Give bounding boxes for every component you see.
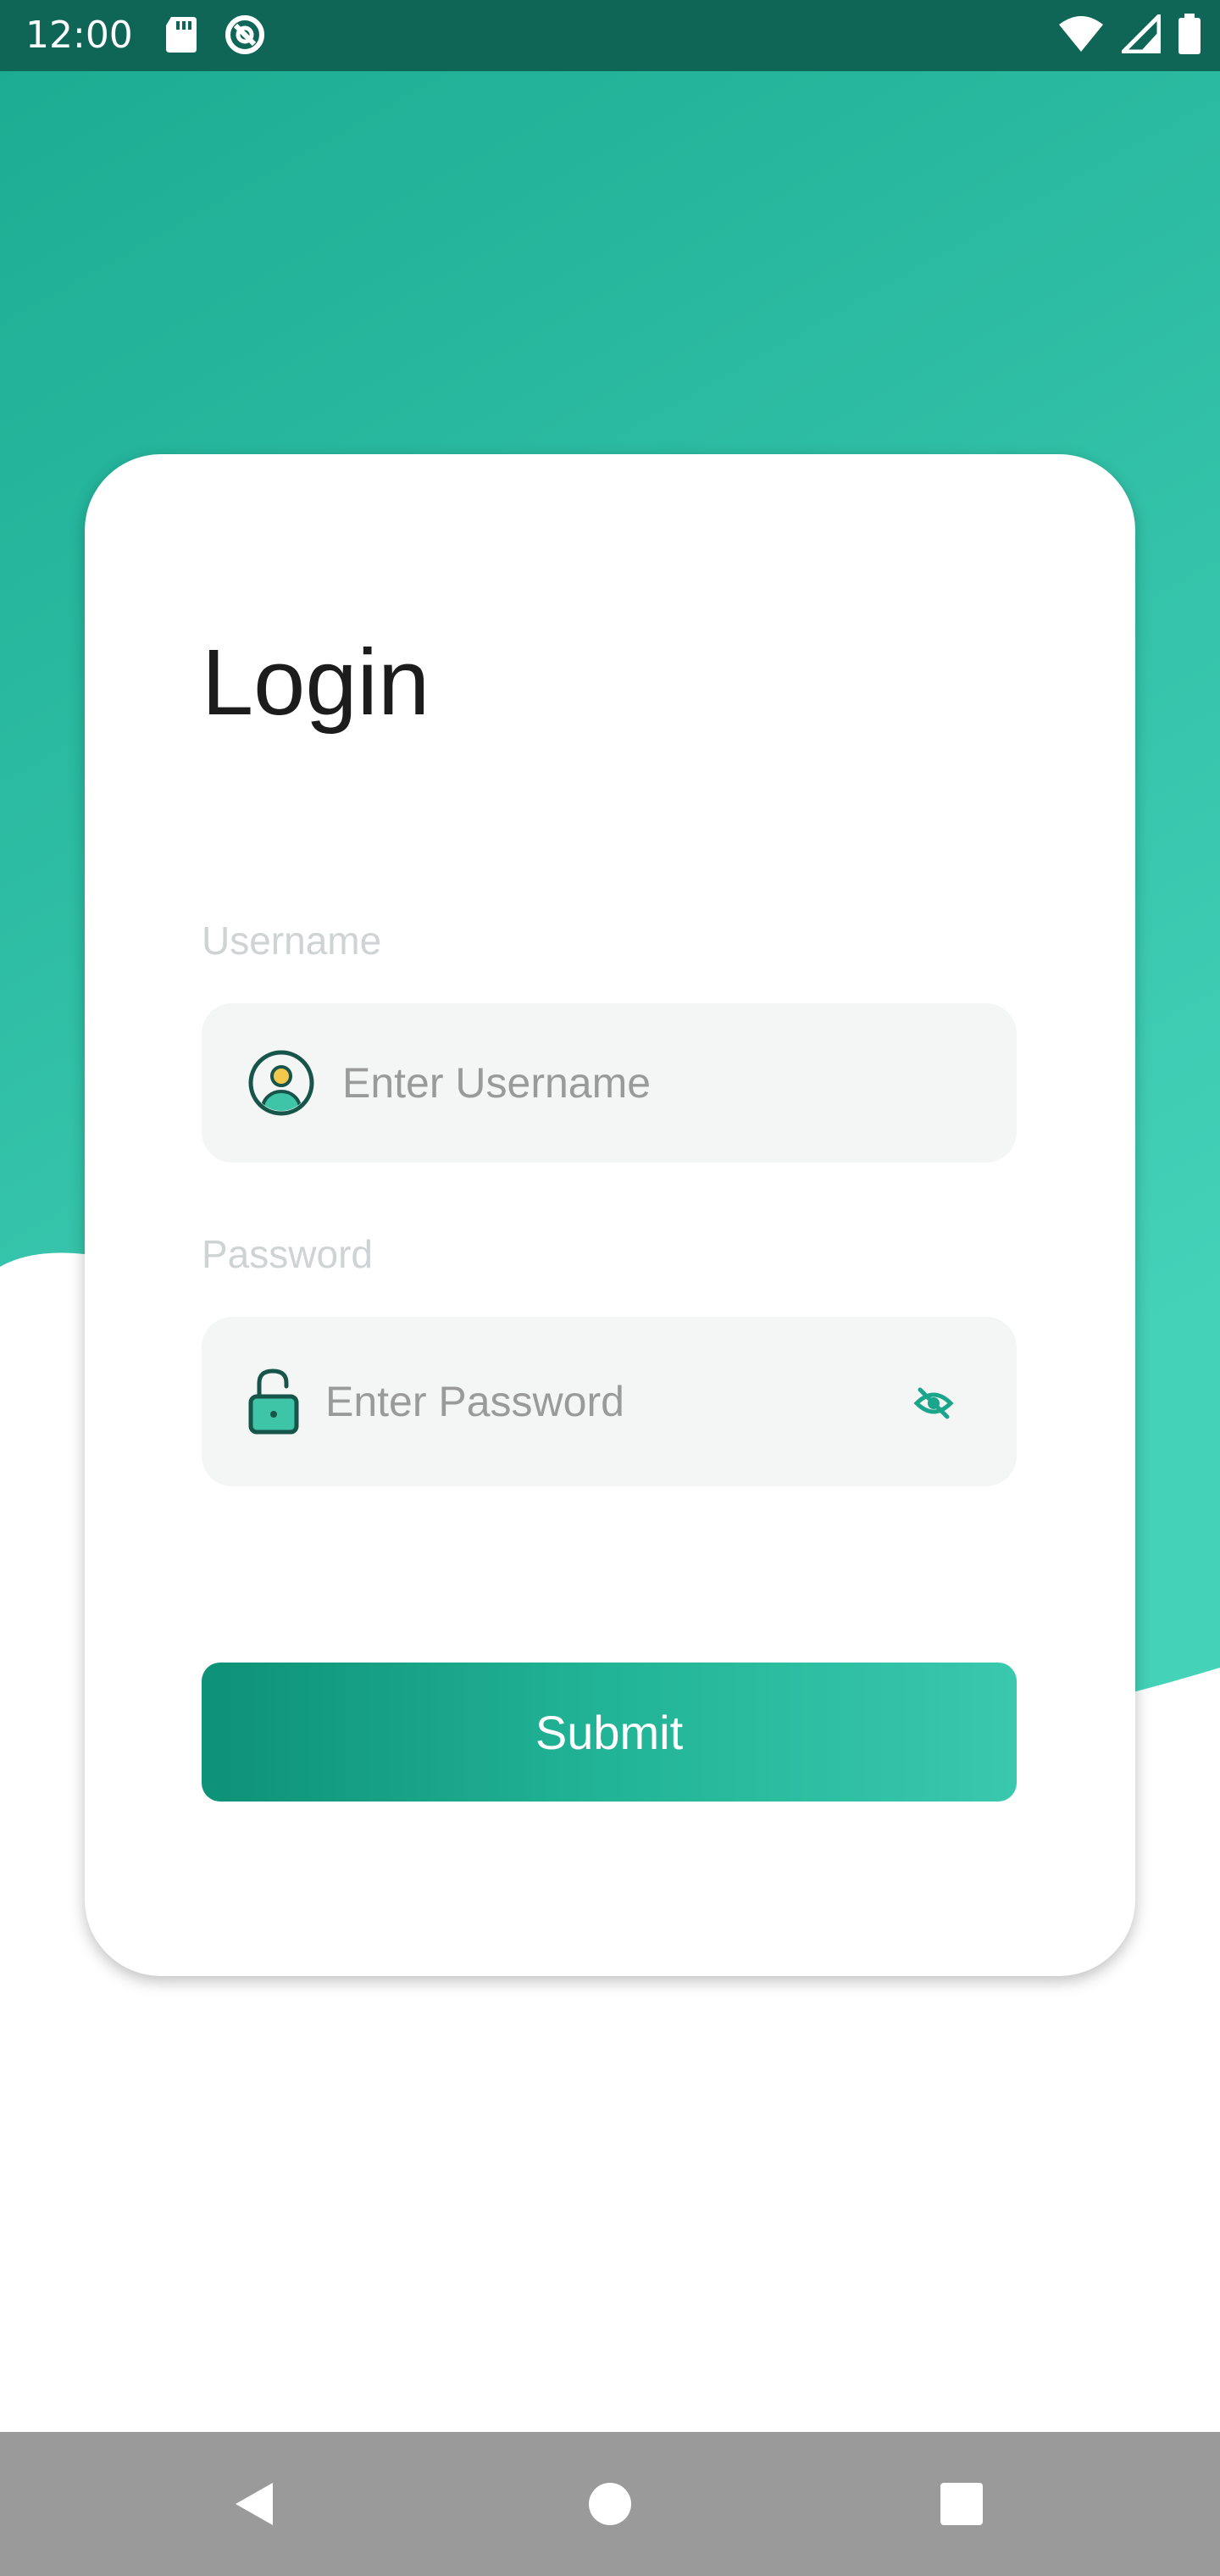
battery-icon [1178,14,1201,54]
signal-icon [1122,14,1161,53]
recents-icon[interactable] [932,2474,991,2534]
username-input[interactable] [342,1003,986,1163]
user-icon [248,1050,314,1116]
home-icon[interactable] [580,2474,640,2534]
visibility-off-icon[interactable] [913,1383,954,1424]
back-icon[interactable] [225,2474,285,2534]
password-label: Password [202,1232,373,1276]
password-field[interactable] [202,1317,1017,1486]
password-input[interactable] [325,1317,868,1486]
navigation-bar [0,2432,1220,2576]
status-right-icons [1057,14,1201,54]
do-not-disturb-icon [225,15,264,54]
submit-button[interactable]: Submit [202,1663,1017,1802]
unlock-icon [248,1368,299,1435]
sd-card-icon [166,17,197,53]
status-time: 12:00 [25,14,133,57]
username-field[interactable] [202,1003,1017,1163]
status-left-icons [164,14,266,56]
status-bar: 12:00 [0,0,1220,71]
username-label: Username [202,919,382,963]
login-title: Login [202,630,430,735]
wifi-icon [1059,16,1103,52]
login-card: Login Username Password Submit [85,454,1135,1976]
